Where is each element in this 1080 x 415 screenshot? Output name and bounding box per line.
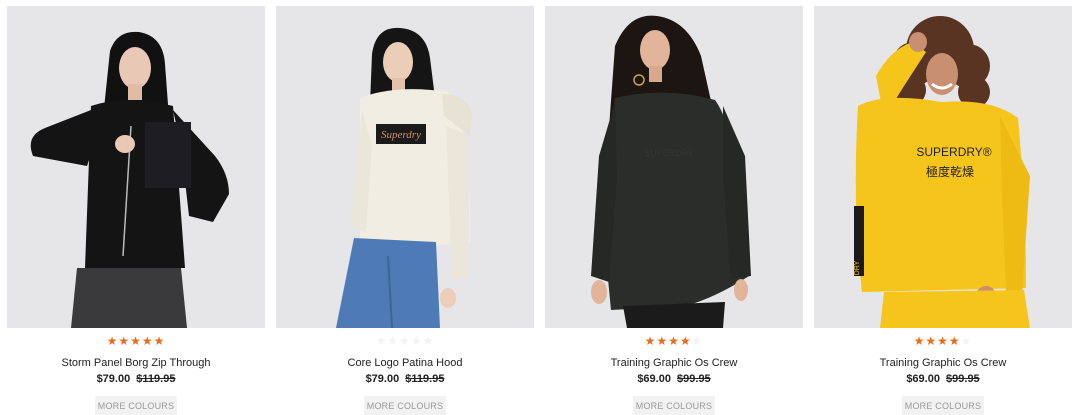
product-card[interactable]: Superdry ★★★★★ Core Logo Patina Hood $79… (276, 6, 534, 415)
sweatshirt-jp-text: 極度乾燥 (926, 164, 974, 179)
product-image[interactable] (7, 6, 265, 328)
sweatshirt-logo-text: SUPERDRY® (916, 145, 991, 159)
more-colours-button[interactable]: MORE COLOURS (633, 396, 715, 415)
product-name[interactable]: Training Graphic Os Crew (545, 357, 803, 370)
rating-stars: ★★★★★ (276, 334, 534, 348)
more-colours-button[interactable]: MORE COLOURS (364, 396, 446, 415)
product-card[interactable]: SUPERDRY ★★★★★ Training Graphic Os Crew … (545, 6, 803, 415)
original-price: $119.95 (405, 373, 445, 385)
rating-stars: ★★★★★ (545, 334, 803, 348)
star-icon: ★ (387, 334, 400, 348)
rating-stars: ★★★★★ (7, 334, 265, 348)
star-icon: ★ (691, 334, 704, 348)
star-icon: ★ (375, 334, 388, 348)
star-icon: ★ (937, 334, 949, 348)
svg-text:SUPERDRY: SUPERDRY (644, 148, 694, 158)
product-name[interactable]: Training Graphic Os Crew (814, 357, 1072, 370)
product-card[interactable]: ★★★★★ Storm Panel Borg Zip Through $79.0… (7, 6, 265, 415)
rating-stars: ★★★★★ (814, 334, 1072, 348)
product-image[interactable]: SUPERDRY® 極度乾燥 DRY (814, 6, 1072, 328)
star-icon: ★ (410, 334, 423, 348)
star-icon: ★ (948, 334, 961, 348)
product-card[interactable]: SUPERDRY® 極度乾燥 DRY ★★★★★ Training Graphi… (814, 6, 1072, 415)
star-icon: ★ (644, 334, 657, 348)
star-icon: ★ (106, 334, 119, 348)
price-block: $69.00 $99.95 (814, 373, 1072, 386)
price-block: $79.00 $119.95 (7, 373, 265, 386)
product-grid: ★★★★★ Storm Panel Borg Zip Through $79.0… (0, 0, 1080, 415)
star-icon: ★ (422, 334, 435, 348)
more-colours-button[interactable]: MORE COLOURS (95, 396, 177, 415)
original-price: $119.95 (136, 373, 176, 385)
star-icon: ★ (656, 334, 669, 348)
star-icon: ★ (118, 334, 131, 348)
side-tape-text: DRY (854, 260, 861, 275)
hoodie-logo-text: Superdry (381, 129, 421, 141)
sale-price: $79.00 (96, 373, 131, 385)
product-name[interactable]: Core Logo Patina Hood (276, 357, 534, 370)
product-name[interactable]: Storm Panel Borg Zip Through (7, 357, 265, 370)
star-icon: ★ (399, 334, 411, 348)
original-price: $99.95 (677, 373, 711, 385)
product-image[interactable]: Superdry (276, 6, 534, 328)
more-colours-button[interactable]: MORE COLOURS (902, 396, 984, 415)
star-icon: ★ (960, 334, 973, 348)
price-block: $79.00 $119.95 (276, 373, 534, 386)
price-block: $69.00 $99.95 (545, 373, 803, 386)
sale-price: $79.00 (365, 373, 400, 385)
star-icon: ★ (153, 334, 166, 348)
star-icon: ★ (130, 334, 142, 348)
sale-price: $69.00 (906, 373, 940, 385)
sale-price: $69.00 (637, 373, 671, 385)
star-icon: ★ (925, 334, 938, 348)
original-price: $99.95 (946, 373, 980, 385)
star-icon: ★ (141, 334, 154, 348)
star-icon: ★ (913, 334, 926, 348)
product-image[interactable]: SUPERDRY (545, 6, 803, 328)
star-icon: ★ (679, 334, 692, 348)
star-icon: ★ (668, 334, 680, 348)
